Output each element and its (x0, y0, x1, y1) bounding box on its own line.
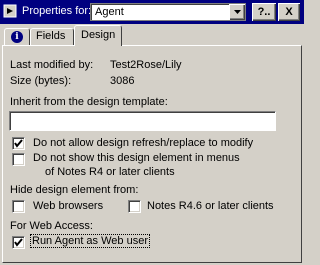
no-refresh-checkbox[interactable] (12, 137, 25, 150)
checkmark-icon (14, 139, 23, 148)
run-as-web-user-checkbox[interactable] (12, 236, 25, 249)
inherit-template-input[interactable] (9, 111, 276, 131)
last-modified-label: Last modified by: (10, 59, 94, 71)
no-show-menus-label-line2[interactable]: of Notes R4 or later clients (45, 166, 175, 178)
tab-fields[interactable]: Fields (30, 28, 74, 45)
no-show-menus-label-line1[interactable]: Do not show this design element in menus (33, 152, 240, 164)
hide-notes-clients-label[interactable]: Notes R4.6 or later clients (147, 200, 274, 212)
checkmark-icon (14, 238, 23, 247)
hide-notes-clients-checkbox[interactable] (128, 200, 141, 213)
help-button[interactable]: ?.. (252, 3, 276, 21)
tab-design[interactable]: Design (74, 25, 122, 46)
close-button[interactable]: X (278, 3, 300, 21)
web-access-label: For Web Access: (10, 220, 93, 232)
inherit-label: Inherit from the design template: (10, 96, 168, 108)
title-bar: Properties for: Agent ?.. X (0, 0, 304, 24)
no-refresh-label[interactable]: Do not allow design refresh/replace to m… (33, 137, 253, 149)
properties-for-dropdown[interactable]: Agent (90, 3, 246, 21)
no-show-menus-checkbox[interactable] (12, 153, 25, 166)
tab-design-label: Design (81, 29, 116, 41)
hide-web-browsers-checkbox[interactable] (12, 200, 25, 213)
last-modified-value: Test2Rose/Lily (110, 59, 182, 71)
run-as-web-user-label[interactable]: Run Agent as Web user (30, 234, 150, 248)
properties-for-value: Agent (95, 6, 124, 18)
hide-from-label: Hide design element from: (10, 184, 139, 196)
size-label: Size (bytes): (10, 75, 72, 87)
tab-fields-label: Fields (36, 30, 66, 42)
chevron-down-icon (234, 10, 241, 14)
info-icon: i (11, 31, 23, 43)
properties-for-label: Properties for: (22, 5, 92, 17)
hide-web-browsers-label[interactable]: Web browsers (33, 200, 103, 212)
properties-box-icon (3, 4, 17, 18)
size-value: 3086 (110, 75, 135, 87)
tab-info[interactable]: i (4, 28, 30, 45)
dropdown-button[interactable] (229, 4, 245, 20)
